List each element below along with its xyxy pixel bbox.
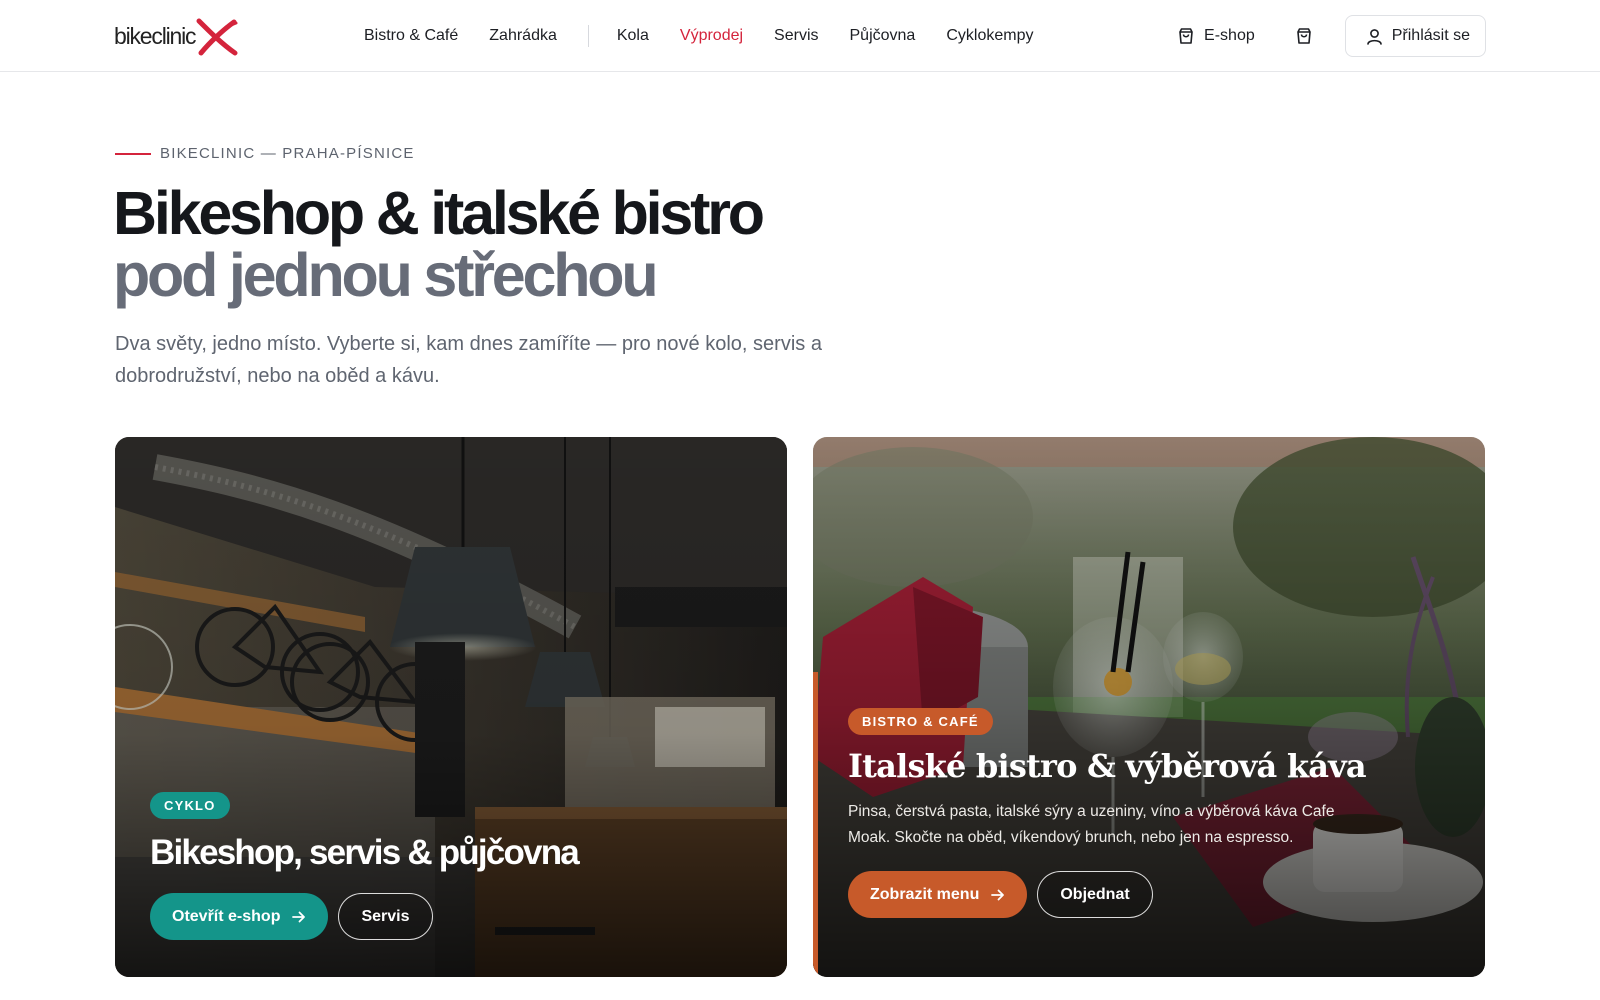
order-button[interactable]: Objednat	[1037, 871, 1153, 918]
nav-item-pujcovna[interactable]: Půjčovna	[850, 27, 916, 45]
page-title: Bikeshop & italské bistro pod jednou stř…	[113, 182, 873, 306]
open-eshop-label: Otevřít e-shop	[172, 907, 281, 925]
logo-text: bikeclinic	[114, 22, 197, 49]
main-nav: Bistro & Café Zahrádka Kola Výprodej Ser…	[364, 22, 1064, 50]
cart-button[interactable]	[1293, 25, 1315, 47]
site-header: bikeclinic Bistro & Café Zahrádka Kola V…	[0, 0, 1600, 72]
eshop-label: E-shop	[1204, 27, 1255, 44]
eyebrow-text: BIKECLINIC — PRAHA-PÍSNICE	[160, 145, 415, 162]
hero-lead: Dva světy, jedno místo. Vyberte si, kam …	[115, 333, 822, 387]
cyklo-card-content: CYKLO Bikeshop, servis & půjčovna Otevří…	[150, 792, 752, 940]
bistro-card-title: Italské bistro & výběrová káva	[848, 747, 1367, 785]
login-label: Přihlásit se	[1391, 27, 1470, 44]
login-button[interactable]: Přihlásit se	[1344, 15, 1486, 57]
open-eshop-button[interactable]: Otevřít e-shop	[150, 893, 329, 940]
bistro-card-description: Pinsa, čerstvá pasta, italské sýry a uze…	[848, 803, 1335, 846]
show-menu-label: Zobrazit menu	[870, 885, 980, 903]
shopping-bag-icon	[1179, 28, 1193, 44]
eyebrow-accent-line	[115, 152, 151, 155]
logo-x-mark-icon	[196, 18, 238, 56]
servis-button[interactable]: Servis	[338, 893, 433, 940]
nav-item-cyklokempy[interactable]: Cyklokempy	[946, 27, 1033, 45]
order-label: Objednat	[1060, 885, 1130, 903]
cyklo-card-actions: Otevřít e-shop Servis	[150, 893, 752, 940]
arrow-right-icon	[292, 911, 306, 922]
nav-item-bistro-cafe[interactable]: Bistro & Café	[364, 27, 458, 45]
hero-eyebrow: BIKECLINIC — PRAHA-PÍSNICE	[115, 145, 415, 162]
cyklo-card[interactable]: CYKLO Bikeshop, servis & půjčovna Otevří…	[115, 437, 787, 977]
bistro-card-content: BISTRO & CAFÉ Italské bistro & výběrová …	[848, 708, 1450, 918]
cyklo-card-title: Bikeshop, servis & půjčovna	[150, 833, 580, 872]
bistro-card-actions: Zobrazit menu Objednat	[848, 871, 1450, 918]
nav-item-servis[interactable]: Servis	[774, 27, 818, 45]
show-menu-button[interactable]: Zobrazit menu	[848, 871, 1028, 918]
title-main: Bikeshop & italské bistro	[113, 179, 765, 247]
nav-divider	[587, 25, 589, 47]
cart-bag-icon	[1296, 28, 1311, 44]
servis-label: Servis	[361, 907, 410, 925]
nav-item-kola[interactable]: Kola	[617, 27, 649, 45]
eshop-link[interactable]: E-shop	[1177, 27, 1255, 45]
header-tools: E-shop Přihlásit se	[1177, 15, 1486, 57]
nav-item-vyprodej[interactable]: Výprodej	[680, 27, 743, 45]
title-muted: pod jednou střechou	[113, 241, 659, 309]
bistro-card[interactable]: BISTRO & CAFÉ Italské bistro & výběrová …	[813, 437, 1485, 977]
cyklo-badge: CYKLO	[150, 792, 230, 819]
user-icon	[1366, 28, 1382, 45]
arrow-right-icon	[991, 889, 1005, 900]
bistro-badge: BISTRO & CAFÉ	[848, 708, 993, 735]
nav-item-zahradka[interactable]: Zahrádka	[489, 27, 557, 45]
bistro-accent-bar	[813, 672, 818, 977]
bikeclinic-logo[interactable]: bikeclinic	[114, 16, 238, 56]
